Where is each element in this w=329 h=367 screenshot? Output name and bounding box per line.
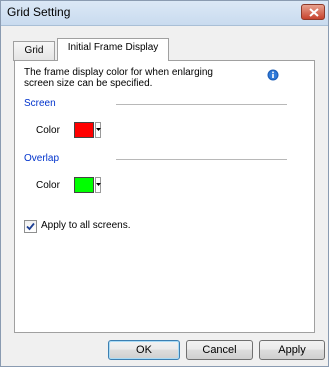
tab-initial-frame-display[interactable]: Initial Frame Display xyxy=(57,38,169,61)
overlap-section-label: Overlap xyxy=(24,153,60,164)
apply-all-checkbox[interactable] xyxy=(24,220,37,233)
tab-grid[interactable]: Grid xyxy=(13,41,55,61)
close-button[interactable] xyxy=(301,4,325,20)
window-title: Grid Setting xyxy=(7,5,71,19)
apply-all-label[interactable]: Apply to all screens. xyxy=(41,220,131,231)
chevron-down-icon xyxy=(96,183,101,186)
cancel-button[interactable]: Cancel xyxy=(186,340,253,360)
overlap-color-picker[interactable] xyxy=(73,176,101,194)
screen-color-swatch xyxy=(74,122,94,138)
tab-panel xyxy=(14,60,315,333)
screen-section-label: Screen xyxy=(24,98,56,109)
overlap-separator xyxy=(116,159,287,161)
close-icon xyxy=(309,8,319,17)
screen-color-picker[interactable] xyxy=(73,121,101,139)
description-text: The frame display color for when enlargi… xyxy=(24,67,213,89)
title-bar: Grid Setting xyxy=(1,1,328,26)
overlap-color-label: Color xyxy=(36,180,60,191)
screen-color-label: Color xyxy=(36,125,60,136)
screen-separator xyxy=(116,104,287,106)
overlap-color-swatch xyxy=(74,177,94,193)
overlap-color-dropdown[interactable] xyxy=(95,177,101,193)
chevron-down-icon xyxy=(96,128,101,131)
screen-color-dropdown[interactable] xyxy=(95,122,101,138)
checkmark-icon xyxy=(26,222,35,231)
info-icon xyxy=(267,69,279,81)
ok-button[interactable]: OK xyxy=(108,340,180,360)
grid-setting-dialog: Grid Setting Grid Initial Frame Display … xyxy=(0,0,329,367)
apply-button[interactable]: Apply xyxy=(259,340,325,360)
tab-strip: Grid Initial Frame Display xyxy=(1,38,329,61)
